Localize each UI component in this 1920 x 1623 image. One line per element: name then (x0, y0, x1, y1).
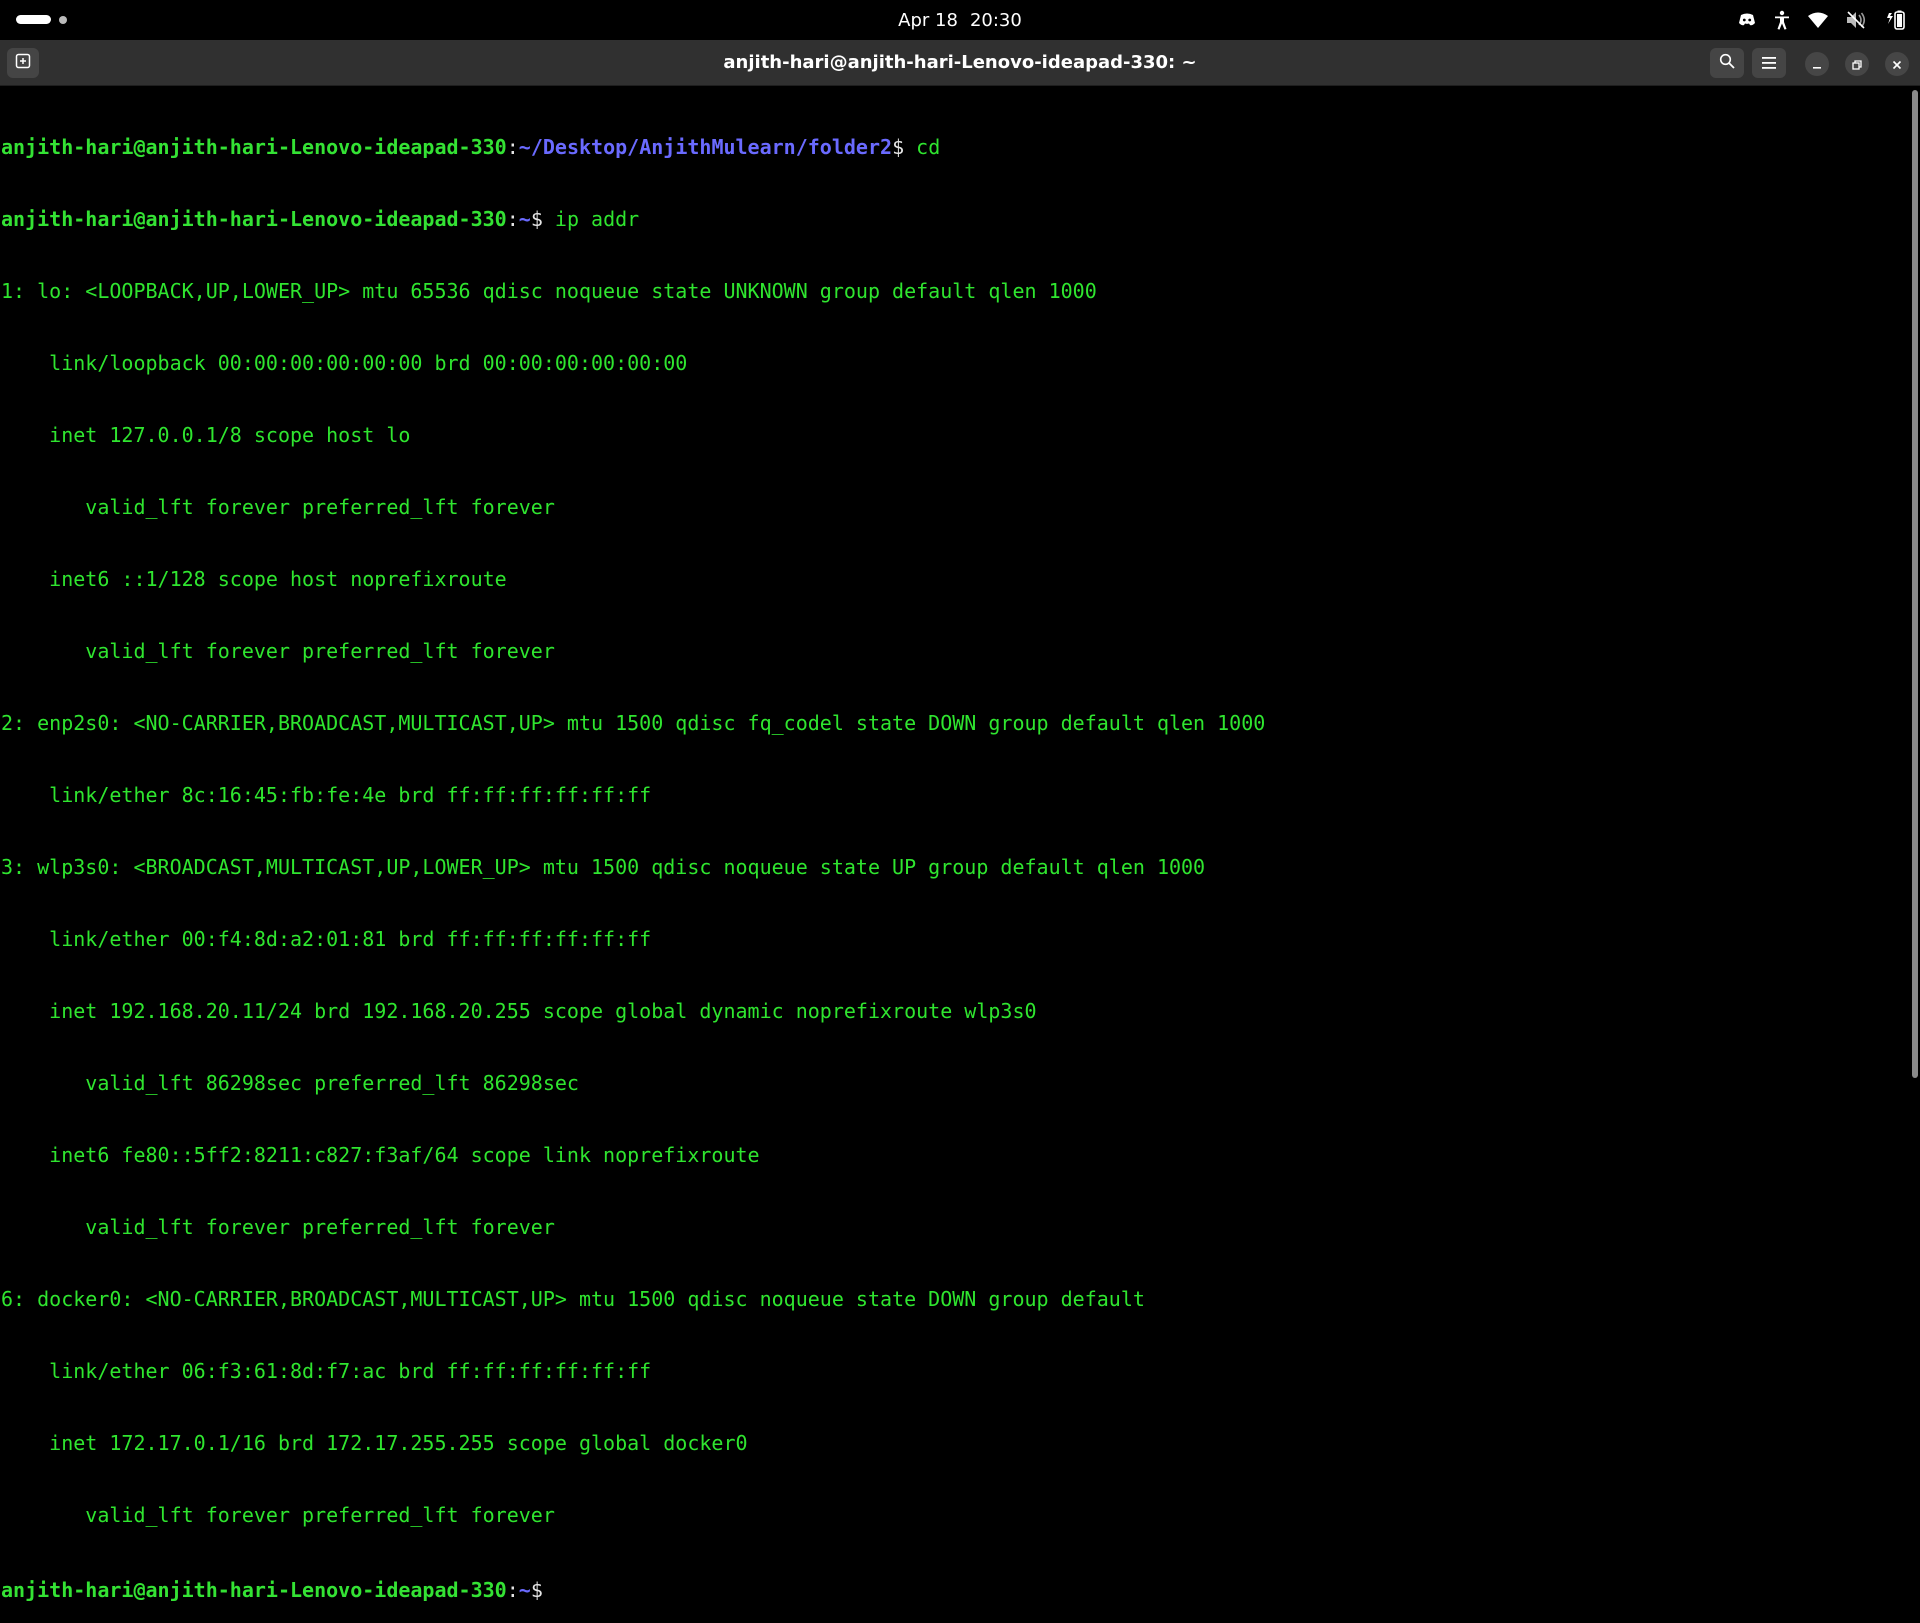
clock-date: Apr 18 (898, 9, 958, 31)
new-tab-button[interactable] (7, 48, 39, 78)
prompt-user-host: anjith-hari@anjith-hari-Lenovo-ideapad-3… (1, 207, 507, 231)
minimize-icon (1812, 55, 1822, 74)
menu-icon (1762, 54, 1776, 73)
output-line: link/ether 8c:16:45:fb:fe:4e brd ff:ff:f… (1, 783, 652, 807)
prompt-line: anjith-hari@anjith-hari-Lenovo-ideapad-3… (0, 135, 1908, 159)
prompt-dollar: $ (530, 1578, 543, 1602)
scrollbar[interactable] (1912, 90, 1918, 1078)
prompt-line: anjith-hari@anjith-hari-Lenovo-ideapad-3… (0, 1575, 1908, 1602)
close-button[interactable] (1885, 52, 1909, 76)
battery-icon[interactable] (1884, 10, 1906, 30)
new-tab-icon (15, 53, 31, 73)
output-line: inet6 ::1/128 scope host noprefixroute (1, 567, 507, 591)
output-line: valid_lft forever preferred_lft forever (1, 495, 555, 519)
window-titlebar[interactable]: anjith-hari@anjith-hari-Lenovo-ideapad-3… (0, 40, 1920, 86)
workspace-active-indicator (16, 15, 51, 24)
wifi-icon[interactable] (1808, 12, 1828, 28)
prompt-dollar: $ (892, 135, 905, 159)
terminal-content[interactable]: anjith-hari@anjith-hari-Lenovo-ideapad-3… (0, 86, 1908, 1602)
output-line: valid_lft forever preferred_lft forever (1, 639, 555, 663)
clock[interactable]: Apr 18 20:30 (0, 0, 1920, 40)
minimize-button[interactable] (1805, 52, 1829, 76)
output-line: valid_lft 86298sec preferred_lft 86298se… (1, 1071, 579, 1095)
output-line: link/loopback 00:00:00:00:00:00 brd 00:0… (1, 351, 688, 375)
prompt-path: ~ (518, 1578, 531, 1602)
prompt-separator: : (506, 1578, 519, 1602)
output-line: inet6 fe80::5ff2:8211:c827:f3af/64 scope… (1, 1143, 760, 1167)
accessibility-icon[interactable] (1774, 10, 1790, 30)
output-line: link/ether 00:f4:8d:a2:01:81 brd ff:ff:f… (1, 927, 652, 951)
clock-time: 20:30 (969, 9, 1022, 31)
prompt-dollar: $ (530, 207, 543, 231)
output-line: 1: lo: <LOOPBACK,UP,LOWER_UP> mtu 65536 … (1, 279, 1097, 303)
prompt-path: ~ (518, 207, 531, 231)
output-line: inet 192.168.20.11/24 brd 192.168.20.255… (1, 999, 1037, 1023)
menu-button[interactable] (1752, 48, 1786, 78)
output-line: link/ether 06:f3:61:8d:f7:ac brd ff:ff:f… (1, 1359, 652, 1383)
terminal-cursor (543, 1575, 555, 1597)
output-line: valid_lft forever preferred_lft forever (1, 1503, 555, 1527)
top-bar: Apr 18 20:30 (0, 0, 1920, 40)
maximize-button[interactable] (1845, 52, 1869, 76)
window-title: anjith-hari@anjith-hari-Lenovo-ideapad-3… (723, 52, 1197, 73)
search-button[interactable] (1710, 48, 1744, 78)
prompt-user-host: anjith-hari@anjith-hari-Lenovo-ideapad-3… (1, 1578, 507, 1602)
prompt-separator: : (506, 135, 519, 159)
command-text: cd (904, 135, 941, 159)
close-icon (1892, 55, 1902, 74)
output-line: 3: wlp3s0: <BROADCAST,MULTICAST,UP,LOWER… (1, 855, 1206, 879)
output-line: valid_lft forever preferred_lft forever (1, 1215, 555, 1239)
output-line: 6: docker0: <NO-CARRIER,BROADCAST,MULTIC… (1, 1287, 1145, 1311)
volume-muted-icon[interactable] (1846, 11, 1866, 29)
discord-icon[interactable] (1738, 13, 1756, 27)
system-tray[interactable] (1738, 0, 1906, 40)
prompt-separator: : (506, 207, 519, 231)
workspace-indicator (59, 15, 67, 24)
activities-indicator[interactable] (16, 15, 67, 24)
output-line: inet 127.0.0.1/8 scope host lo (1, 423, 411, 447)
output-line: inet 172.17.0.1/16 brd 172.17.255.255 sc… (1, 1431, 748, 1455)
command-text: ip addr (542, 207, 640, 231)
prompt-user-host: anjith-hari@anjith-hari-Lenovo-ideapad-3… (1, 135, 507, 159)
prompt-path: ~/Desktop/AnjithMulearn/folder2 (518, 135, 893, 159)
prompt-line: anjith-hari@anjith-hari-Lenovo-ideapad-3… (0, 207, 1908, 231)
maximize-icon (1852, 55, 1862, 74)
search-icon (1719, 53, 1735, 73)
output-line: 2: enp2s0: <NO-CARRIER,BROADCAST,MULTICA… (1, 711, 1266, 735)
